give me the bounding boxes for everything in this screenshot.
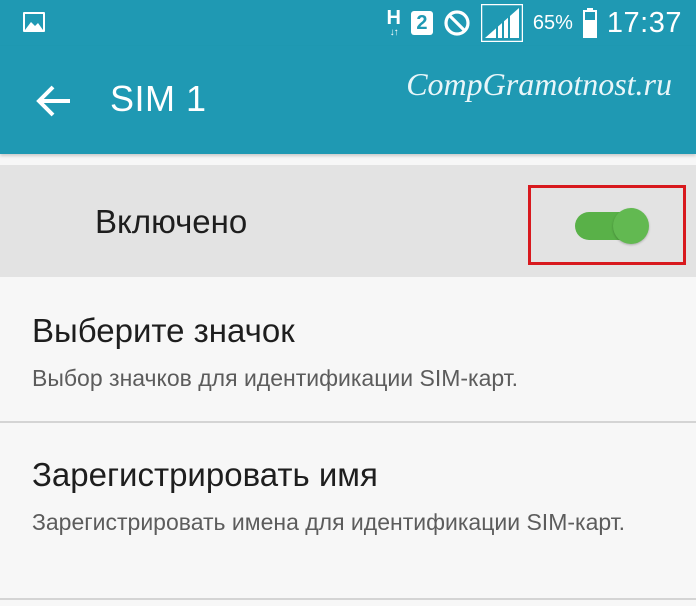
- setting-description: Выбор значков для идентификации SIM-карт…: [32, 365, 519, 391]
- setting-choose-icon[interactable]: Выберите значок Выбор значков для иденти…: [0, 290, 696, 420]
- setting-register-name[interactable]: Зарегистрировать имя Зарегистрировать им…: [0, 424, 696, 599]
- setting-title: Выберите значок: [32, 312, 295, 349]
- sim-enabled-toggle[interactable]: [575, 208, 649, 244]
- battery-icon: [582, 8, 597, 38]
- blocked-icon: [444, 10, 470, 36]
- clock: 17:37: [606, 6, 682, 39]
- app-bar: SIM 1 CompGramotnost.ru: [0, 46, 696, 154]
- sim-2-icon: 2: [410, 11, 433, 35]
- divider: [0, 598, 696, 600]
- watermark: CompGramotnost.ru: [406, 66, 672, 102]
- back-arrow-icon[interactable]: [36, 84, 72, 118]
- setting-description: Зарегистрировать имена для идентификации…: [32, 509, 626, 535]
- status-bar: H ↓↑ 2 65% 17:37: [0, 0, 696, 46]
- network-type: H: [386, 7, 401, 29]
- mobile-data-icon: H ↓↑: [386, 8, 400, 38]
- sim-enabled-row[interactable]: Включено: [0, 165, 696, 277]
- page-title: SIM 1: [110, 78, 207, 119]
- gallery-icon: [23, 12, 45, 32]
- toggle-thumb: [613, 208, 649, 244]
- sim-enabled-label: Включено: [95, 203, 248, 240]
- signal-icon: [480, 4, 523, 42]
- screen: H ↓↑ 2 65% 17:37 SIM 1 CompGramotnost.ru…: [0, 0, 696, 606]
- divider: [0, 421, 696, 423]
- setting-title: Зарегистрировать имя: [32, 456, 378, 493]
- status-icons: H ↓↑ 2 65% 17:37: [376, 0, 682, 46]
- battery-percent: 65%: [532, 11, 573, 34]
- data-arrows: ↓↑: [389, 27, 399, 38]
